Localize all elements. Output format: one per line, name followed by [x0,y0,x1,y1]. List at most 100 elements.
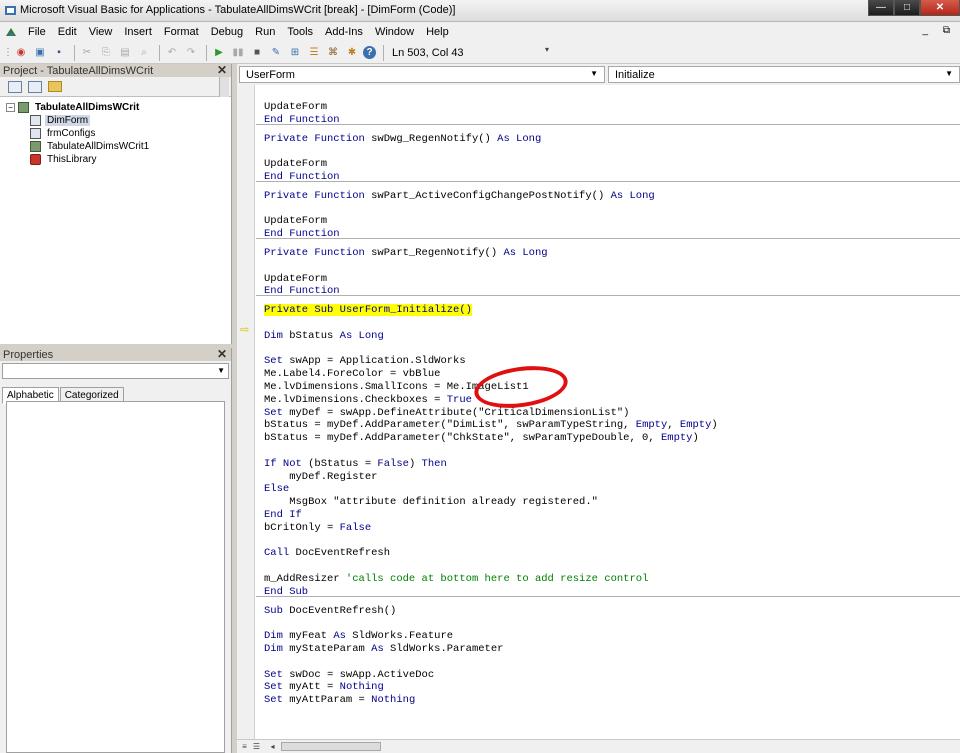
code-line[interactable]: Private Sub UserForm_Initialize() [264,304,472,317]
code-line[interactable]: m_AddResizer 'calls code at bottom here … [264,573,648,586]
project-pane-header: Project - TabulateAllDimsWCrit ✕ [0,63,231,77]
full-module-view-icon[interactable]: ☰ [251,741,262,752]
menu-run[interactable]: Run [249,26,281,38]
keyword-token: As [371,643,391,655]
help-icon[interactable]: ? [363,46,376,59]
view-code-icon[interactable] [8,80,22,93]
code-line[interactable]: UpdateForm [264,101,327,114]
tree-node-module[interactable]: TabulateAllDimsWCrit1 [6,140,231,153]
copy-icon[interactable]: ⎘ [98,45,114,61]
code-line[interactable]: Sub DocEventRefresh() [264,605,396,618]
code-line[interactable]: Set myAtt = Nothing [264,681,384,694]
menu-format[interactable]: Format [158,26,205,38]
insert-userform-icon[interactable]: ▣ [32,45,48,61]
close-project-pane-icon[interactable]: ✕ [217,63,227,77]
tree-node-thislibrary[interactable]: ThisLibrary [6,153,231,166]
code-line[interactable]: UpdateForm [264,158,327,171]
menu-debug[interactable]: Debug [205,26,249,38]
code-line[interactable]: Set myAttParam = Nothing [264,694,415,707]
scroll-left-icon[interactable]: ◂ [267,741,278,752]
object-combo[interactable]: UserForm ▼ [239,66,605,83]
tree-label: DimForm [45,115,91,126]
menu-view[interactable]: View [83,26,119,38]
code-line[interactable]: bCritOnly = False [264,522,371,535]
code-line[interactable]: End Function [264,285,340,298]
maximize-button[interactable]: □ [894,0,920,16]
menu-tools[interactable]: Tools [281,26,319,38]
keyword-token: Call [264,547,296,560]
code-line[interactable]: Private Function swPart_RegenNotify() As… [264,247,548,260]
code-line[interactable]: Else [264,483,289,496]
keyword-token: Empty [679,419,712,432]
code-margin[interactable] [237,85,255,739]
menu-file[interactable]: File [22,26,52,38]
menu-insert[interactable]: Insert [118,26,158,38]
save-icon[interactable]: ▪ [51,45,67,61]
code-line[interactable]: MsgBox "attribute definition already reg… [264,496,598,509]
view-object-icon[interactable] [28,80,42,93]
toolbox-icon[interactable]: ✱ [344,45,360,61]
break-icon[interactable]: ▮▮ [230,45,246,61]
code-line[interactable]: Private Function swPart_ActiveConfigChan… [264,190,655,203]
object-selector[interactable]: ▼ [2,363,229,379]
code-line[interactable]: End Function [264,228,340,241]
code-line[interactable]: Me.lvDimensions.Checkboxes = True [264,394,472,407]
cut-icon[interactable]: ✂ [79,45,95,61]
code-line[interactable]: End Sub [264,586,308,599]
code-line[interactable]: If Not (bStatus = False) Then [264,458,447,471]
keyword-token: Private Function [264,132,372,145]
procedure-combo[interactable]: Initialize ▼ [608,66,960,83]
keyword-token: Private Function [264,247,372,259]
menu-add-ins[interactable]: Add-Ins [319,26,369,38]
menu-window[interactable]: Window [369,26,420,38]
code-line[interactable]: Me.Label4.ForeColor = vbBlue [264,368,440,381]
code-line[interactable]: Dim myStateParam As SldWorks.Parameter [264,643,503,656]
code-line[interactable]: Set swApp = Application.SldWorks [264,355,466,368]
project-explorer-icon[interactable]: ⊞ [287,45,303,61]
scroll-thumb[interactable] [281,742,381,751]
tree-node-project[interactable]: − TabulateAllDimsWCrit [6,101,231,114]
code-line[interactable]: Private Function swDwg_RegenNotify() As … [264,133,541,146]
code-line[interactable]: Call DocEventRefresh [264,547,390,560]
mdi-window-controls[interactable]: _ ⧉ [923,25,956,36]
code-line[interactable]: bStatus = myDef.AddParameter("ChkState",… [264,432,699,445]
collapse-icon[interactable]: − [6,103,15,112]
close-properties-pane-icon[interactable]: ✕ [217,347,227,361]
code-line[interactable]: Dim myFeat As SldWorks.Feature [264,630,453,643]
code-line[interactable]: bStatus = myDef.AddParameter("DimList", … [264,419,718,432]
code-line[interactable]: Set swDoc = swApp.ActiveDoc [264,669,434,682]
code-line[interactable]: UpdateForm [264,215,327,228]
toolbar-grip-icon[interactable]: ⋮ [3,45,13,61]
code-line[interactable]: End Function [264,171,340,184]
vba-menu-icon[interactable] [4,25,18,39]
reset-icon[interactable]: ■ [249,45,265,61]
procedure-view-icon[interactable]: ≡ [239,741,250,752]
code-line[interactable]: Dim bStatus As Long [264,330,384,343]
close-button[interactable]: ✕ [920,0,960,16]
code-line[interactable]: myDef.Register [264,471,377,484]
code-editor[interactable]: UpdateForm End Function Private Function s… [256,85,960,739]
tree-node-dimform[interactable]: DimForm [6,114,231,127]
horizontal-scrollbar[interactable]: ≡ ☰ ◂ [237,739,960,753]
run-icon[interactable]: ▶ [211,45,227,61]
design-mode-icon[interactable]: ✎ [268,45,284,61]
redo-icon[interactable]: ↷ [183,45,199,61]
undo-icon[interactable]: ↶ [164,45,180,61]
code-line[interactable]: Set myDef = swApp.DefineAttribute("Criti… [264,407,629,420]
minimize-button[interactable]: — [868,0,894,16]
properties-window-icon[interactable]: ☰ [306,45,322,61]
menu-edit[interactable]: Edit [52,26,83,38]
paste-icon[interactable]: ▤ [117,45,133,61]
project-toolbar-scroll[interactable] [219,77,229,97]
properties-grid[interactable] [6,401,225,753]
toggle-folders-icon[interactable] [48,81,62,92]
find-icon[interactable]: ⌕ [136,45,152,61]
toolbar-options-icon[interactable]: ▾ [545,45,553,61]
solidworks-icon[interactable]: ◉ [13,45,29,61]
tree-node-frmconfigs[interactable]: frmConfigs [6,127,231,140]
menu-help[interactable]: Help [420,26,455,38]
object-browser-icon[interactable]: ⌘ [325,45,341,61]
code-line[interactable]: End If [264,509,302,522]
code-line[interactable]: End Function [264,114,340,127]
code-line[interactable]: UpdateForm [264,273,327,286]
